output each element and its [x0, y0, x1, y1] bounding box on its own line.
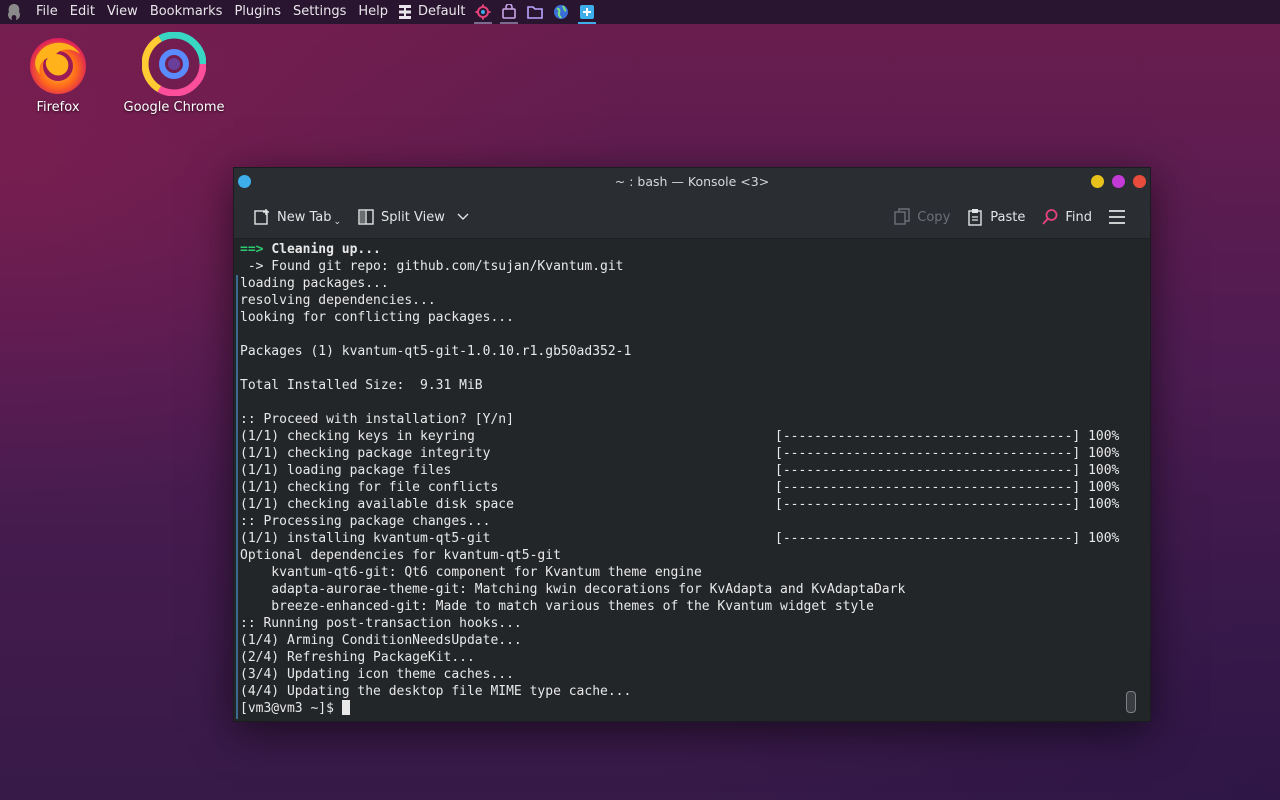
terminal-prompt-line[interactable]: [vm3@vm3 ~]$ [240, 700, 905, 717]
split-view-icon [358, 209, 374, 225]
task-file-manager[interactable] [522, 0, 548, 24]
terminal-progress-column: [-------------------------------------] … [775, 241, 1119, 700]
terminal-selection-marker [236, 275, 238, 719]
terminal-line-text: (1/1) installing kvantum-qt5-git [240, 531, 491, 546]
new-tab-icon [254, 209, 269, 225]
paste-label: Paste [990, 209, 1026, 225]
progress-bar-text: [-------------------------------------] … [775, 429, 1120, 444]
find-button[interactable]: Find [1033, 202, 1100, 232]
terminal-line-text: :: Running post-transaction hooks... [240, 616, 522, 631]
split-view-label: Split View [381, 209, 445, 225]
progress-bar-text: [-------------------------------------] … [775, 480, 1120, 495]
window-title: ~ : bash — Konsole <3> [614, 174, 770, 189]
task-konsole[interactable] [574, 0, 600, 24]
scrollbar-thumb[interactable] [1126, 691, 1136, 713]
konsole-window: ~ : bash — Konsole <3> New Tab ⌄ Split V… [233, 167, 1151, 722]
globe-icon [553, 5, 568, 19]
split-view-button[interactable]: Split View [349, 202, 477, 232]
terminal-line-text: kvantum-qt6-git: Qt6 component for Kvant… [240, 565, 702, 580]
terminal-line-text: (1/1) checking available disk space [240, 497, 514, 512]
paste-button[interactable]: Paste [958, 202, 1033, 232]
terminal-line-text: Cleaning up... [271, 242, 381, 257]
new-tab-label: New Tab [277, 209, 332, 225]
chevron-down-icon[interactable] [457, 213, 469, 221]
progress-bar-text: [-------------------------------------] … [775, 497, 1120, 512]
terminal-cursor [341, 700, 350, 715]
terminal-line-text: (1/1) checking keys in keyring [240, 429, 475, 444]
desktop-icon-label: Firefox [36, 100, 80, 115]
copy-icon [894, 208, 910, 225]
hamburger-menu-button[interactable] [1100, 202, 1140, 232]
maximize-button[interactable] [1112, 175, 1125, 188]
hamburger-menu-icon [1109, 210, 1125, 224]
terminal-line-text: looking for conflicting packages... [240, 310, 514, 325]
menu-view[interactable]: View [101, 0, 144, 24]
chrome-icon [142, 32, 206, 96]
konsole-toolbar: New Tab ⌄ Split View Copy Paste Find [234, 196, 1150, 239]
folder-icon [526, 6, 543, 19]
progress-bar-text: [-------------------------------------] … [775, 463, 1120, 478]
terminal-scrollbar[interactable] [1126, 239, 1144, 721]
menu-plugins[interactable]: Plugins [228, 0, 287, 24]
desktop-icon-label: Google Chrome [123, 100, 225, 115]
close-button[interactable] [1133, 175, 1146, 188]
terminal-line-text: (1/4) Arming ConditionNeedsUpdate... [240, 633, 522, 648]
terminal-line-text: :: Proceed with installation? [Y/n] [240, 412, 514, 427]
activity-label: Default [418, 4, 466, 19]
terminal-line-text: Optional dependencies for kvantum-qt5-gi… [240, 548, 561, 563]
terminal-view[interactable]: ==> Cleaning up... -> Found git repo: gi… [234, 239, 1150, 721]
shell-prompt: [vm3@vm3 ~]$ [240, 701, 342, 716]
copy-label: Copy [917, 209, 951, 225]
terminal-line-text: (3/4) Updating icon theme caches... [240, 667, 514, 682]
terminal-line-text: resolving dependencies... [240, 293, 436, 308]
terminal-line-text: :: Processing package changes... [240, 514, 491, 529]
terminal-line-text: Packages (1) kvantum-qt5-git-1.0.10.r1.g… [240, 344, 632, 359]
desktop-icon-google-chrome[interactable]: Google Chrome [120, 32, 228, 115]
menu-help[interactable]: Help [352, 0, 394, 24]
new-tab-button[interactable]: New Tab ⌄ [245, 202, 349, 232]
paste-icon [968, 209, 982, 226]
terminal-line-text: (1/1) checking for file conflicts [240, 480, 499, 495]
chevron-down-icon: ⌄ [333, 217, 342, 227]
progress-bar-text: [-------------------------------------] … [775, 531, 1120, 546]
menu-file[interactable]: File [30, 0, 64, 24]
window-titlebar[interactable]: ~ : bash — Konsole <3> [234, 168, 1150, 196]
task-discover[interactable] [496, 0, 522, 24]
terminal-line-text: Total Installed Size: 9.31 MiB [240, 378, 483, 393]
progress-bar-text: [-------------------------------------] … [775, 446, 1120, 461]
terminal-line-text: (1/1) checking package integrity [240, 446, 491, 461]
terminal-line-text: (1/1) loading package files [240, 463, 452, 478]
activities-icon [399, 5, 411, 19]
terminal-line-text: (4/4) Updating the desktop file MIME typ… [240, 684, 632, 699]
menu-edit[interactable]: Edit [64, 0, 101, 24]
desktop-icon-firefox[interactable]: Firefox [24, 32, 92, 115]
terminal-line-text: -> Found git repo: github.com/tsujan/Kva… [240, 259, 624, 274]
firefox-icon [30, 38, 86, 94]
copy-button[interactable]: Copy [885, 202, 958, 232]
settings-gear-icon [475, 4, 490, 20]
menu-settings[interactable]: Settings [287, 0, 352, 24]
minimize-button[interactable] [1091, 175, 1104, 188]
menu-bookmarks[interactable]: Bookmarks [144, 0, 229, 24]
discover-bag-icon [501, 4, 516, 19]
konsole-icon [579, 5, 594, 19]
task-system-settings[interactable] [470, 0, 496, 24]
activity-switcher[interactable]: Default [394, 0, 470, 24]
app-launcher-icon[interactable] [4, 2, 24, 22]
search-icon [1042, 209, 1058, 225]
task-browser[interactable] [548, 0, 574, 24]
terminal-line-text: (2/4) Refreshing PackageKit... [240, 650, 475, 665]
find-label: Find [1065, 209, 1092, 225]
terminal-line-text: loading packages... [240, 276, 389, 291]
terminal-arrow-prefix: ==> [240, 242, 272, 257]
top-panel: File Edit View Bookmarks Plugins Setting… [0, 0, 1280, 24]
